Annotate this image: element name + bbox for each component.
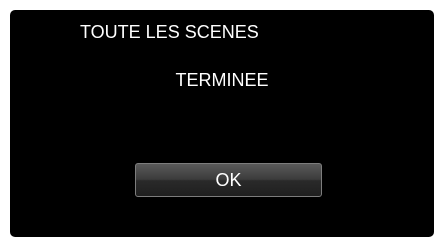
camera-dialog-screen: TOUTE LES SCENES TERMINEE OK <box>10 10 434 237</box>
dialog-title: TOUTE LES SCENES <box>80 22 259 42</box>
ok-button[interactable]: OK <box>135 163 322 197</box>
status-message: TERMINEE <box>175 70 269 90</box>
ok-button-label: OK <box>215 170 242 190</box>
